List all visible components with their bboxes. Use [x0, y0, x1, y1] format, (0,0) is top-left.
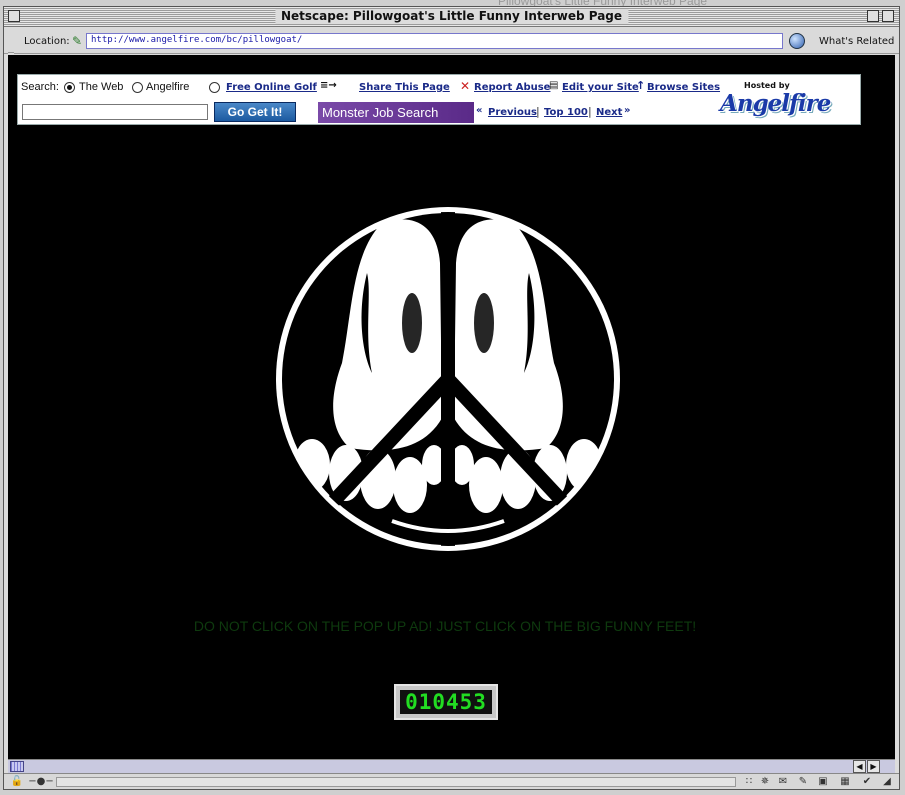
- go-get-it-button[interactable]: Go Get It!: [214, 102, 296, 122]
- whats-related-button[interactable]: What's Related: [819, 36, 894, 47]
- angelfire-ad-bar: Search: The Web Angelfire Free Online Go…: [17, 74, 861, 125]
- up-arrow-icon: ↑: [636, 79, 646, 92]
- warning-text: DO NOT CLICK ON THE POP UP AD! JUST CLIC…: [193, 618, 697, 634]
- separator: |: [536, 105, 540, 118]
- hit-counter: 010453: [394, 684, 498, 720]
- lock-icon[interactable]: 🔓: [10, 776, 24, 788]
- horizontal-scrollbar[interactable]: ◀ ▶: [8, 759, 895, 773]
- browse-sites-link[interactable]: Browse Sites: [647, 82, 720, 93]
- golf-ball-icon: [209, 82, 220, 93]
- report-abuse-link[interactable]: Report Abuse: [474, 82, 550, 93]
- title-bar[interactable]: Netscape: Pillowgoat's Little Funny Inte…: [4, 7, 899, 27]
- address-book-icon[interactable]: ▣: [816, 776, 830, 788]
- scroll-left-button[interactable]: ◀: [853, 760, 866, 773]
- separator: |: [588, 105, 592, 118]
- radio-the-web[interactable]: [64, 82, 75, 93]
- search-label: Search:: [21, 81, 59, 93]
- free-online-golf-link[interactable]: Free Online Golf: [226, 82, 317, 93]
- check-icon[interactable]: ✔: [860, 776, 874, 788]
- hit-counter-digits: 010453: [400, 690, 492, 714]
- news-icon[interactable]: ▦: [838, 776, 852, 788]
- grip-icon: ∷: [745, 776, 753, 787]
- status-message-area: [56, 777, 736, 787]
- navigator-icon[interactable]: ✵: [758, 776, 772, 788]
- top-100-link[interactable]: Top 100: [544, 107, 588, 118]
- angelfire-brand: Angelfire: [720, 90, 831, 117]
- edit-your-site-link[interactable]: Edit your Site: [562, 82, 639, 93]
- hosted-by-label: Hosted by: [744, 81, 790, 90]
- monster-job-search-ad[interactable]: Monster Job Search: [318, 102, 474, 123]
- status-bar: 🔓 −●− ∷ ✵ ✉ ✎ ▣ ▦ ✔ ◢: [4, 773, 899, 789]
- desktop: Pillowgoat's Little Funny Interweb Page …: [0, 0, 905, 795]
- peace-sign-feet-image[interactable]: [272, 203, 624, 555]
- next-link[interactable]: Next: [596, 107, 622, 118]
- collapse-box-button[interactable]: [882, 10, 894, 22]
- funny-feet-image-link[interactable]: [272, 203, 624, 555]
- angelfire-logo[interactable]: Hosted by Angelfire: [718, 78, 858, 122]
- radio-the-web-label: The Web: [79, 81, 124, 93]
- location-toolbar: Location: ✎ http://www.angelfire.com/bc/…: [4, 28, 899, 72]
- resize-grip-icon[interactable]: ◢: [880, 776, 894, 788]
- composer-icon[interactable]: ✎: [796, 776, 810, 788]
- page-icon[interactable]: ✎: [72, 34, 84, 48]
- mail-icon[interactable]: ✉: [776, 776, 790, 788]
- previous-link[interactable]: Previous: [488, 107, 537, 118]
- connection-plug-icon: −●−: [28, 776, 54, 787]
- radio-angelfire[interactable]: [132, 82, 143, 93]
- next-chevron-icon: »: [624, 105, 631, 116]
- share-this-page-link[interactable]: Share This Page: [359, 82, 450, 93]
- edit-doc-icon: ▤: [549, 80, 559, 91]
- share-logo-icon: ≡→: [320, 80, 337, 91]
- scroll-right-button[interactable]: ▶: [867, 760, 880, 773]
- page-content: Search: The Web Angelfire Free Online Go…: [8, 55, 895, 759]
- radio-angelfire-label: Angelfire: [146, 81, 190, 93]
- location-input[interactable]: http://www.angelfire.com/bc/pillowgoat/: [86, 33, 783, 49]
- previous-chevron-icon: «: [476, 105, 483, 116]
- report-x-icon: ✕: [460, 79, 471, 93]
- search-input[interactable]: [22, 104, 208, 120]
- zoom-box-button[interactable]: [867, 10, 879, 22]
- globe-icon[interactable]: [789, 33, 805, 49]
- close-box-button[interactable]: [8, 10, 20, 22]
- scroll-thumb[interactable]: [10, 761, 24, 772]
- location-label: Location:: [24, 36, 70, 47]
- window-title: Netscape: Pillowgoat's Little Funny Inte…: [274, 9, 629, 24]
- browser-window: Netscape: Pillowgoat's Little Funny Inte…: [3, 6, 900, 790]
